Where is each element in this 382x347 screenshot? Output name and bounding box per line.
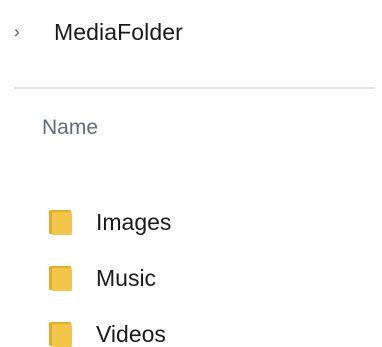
folder-list: Images Music Videos [48,194,171,347]
divider [14,87,374,89]
list-item-label: Images [96,208,172,235]
breadcrumb[interactable]: › MediaFolder [14,14,183,50]
folder-icon [48,208,74,236]
list-item-images[interactable]: Images [48,194,171,250]
column-header-name[interactable]: Name [42,116,98,140]
chevron-right-icon[interactable]: › [14,23,32,40]
breadcrumb-current-folder[interactable]: MediaFolder [32,19,183,46]
list-item-videos[interactable]: Videos [48,306,171,347]
list-item-music[interactable]: Music [48,250,171,306]
folder-icon [48,264,74,292]
list-item-label: Music [96,264,157,291]
list-item-label: Videos [96,320,166,347]
folder-icon [48,320,74,347]
file-explorer-pane: › MediaFolder Name Images Music Videos [0,0,382,347]
